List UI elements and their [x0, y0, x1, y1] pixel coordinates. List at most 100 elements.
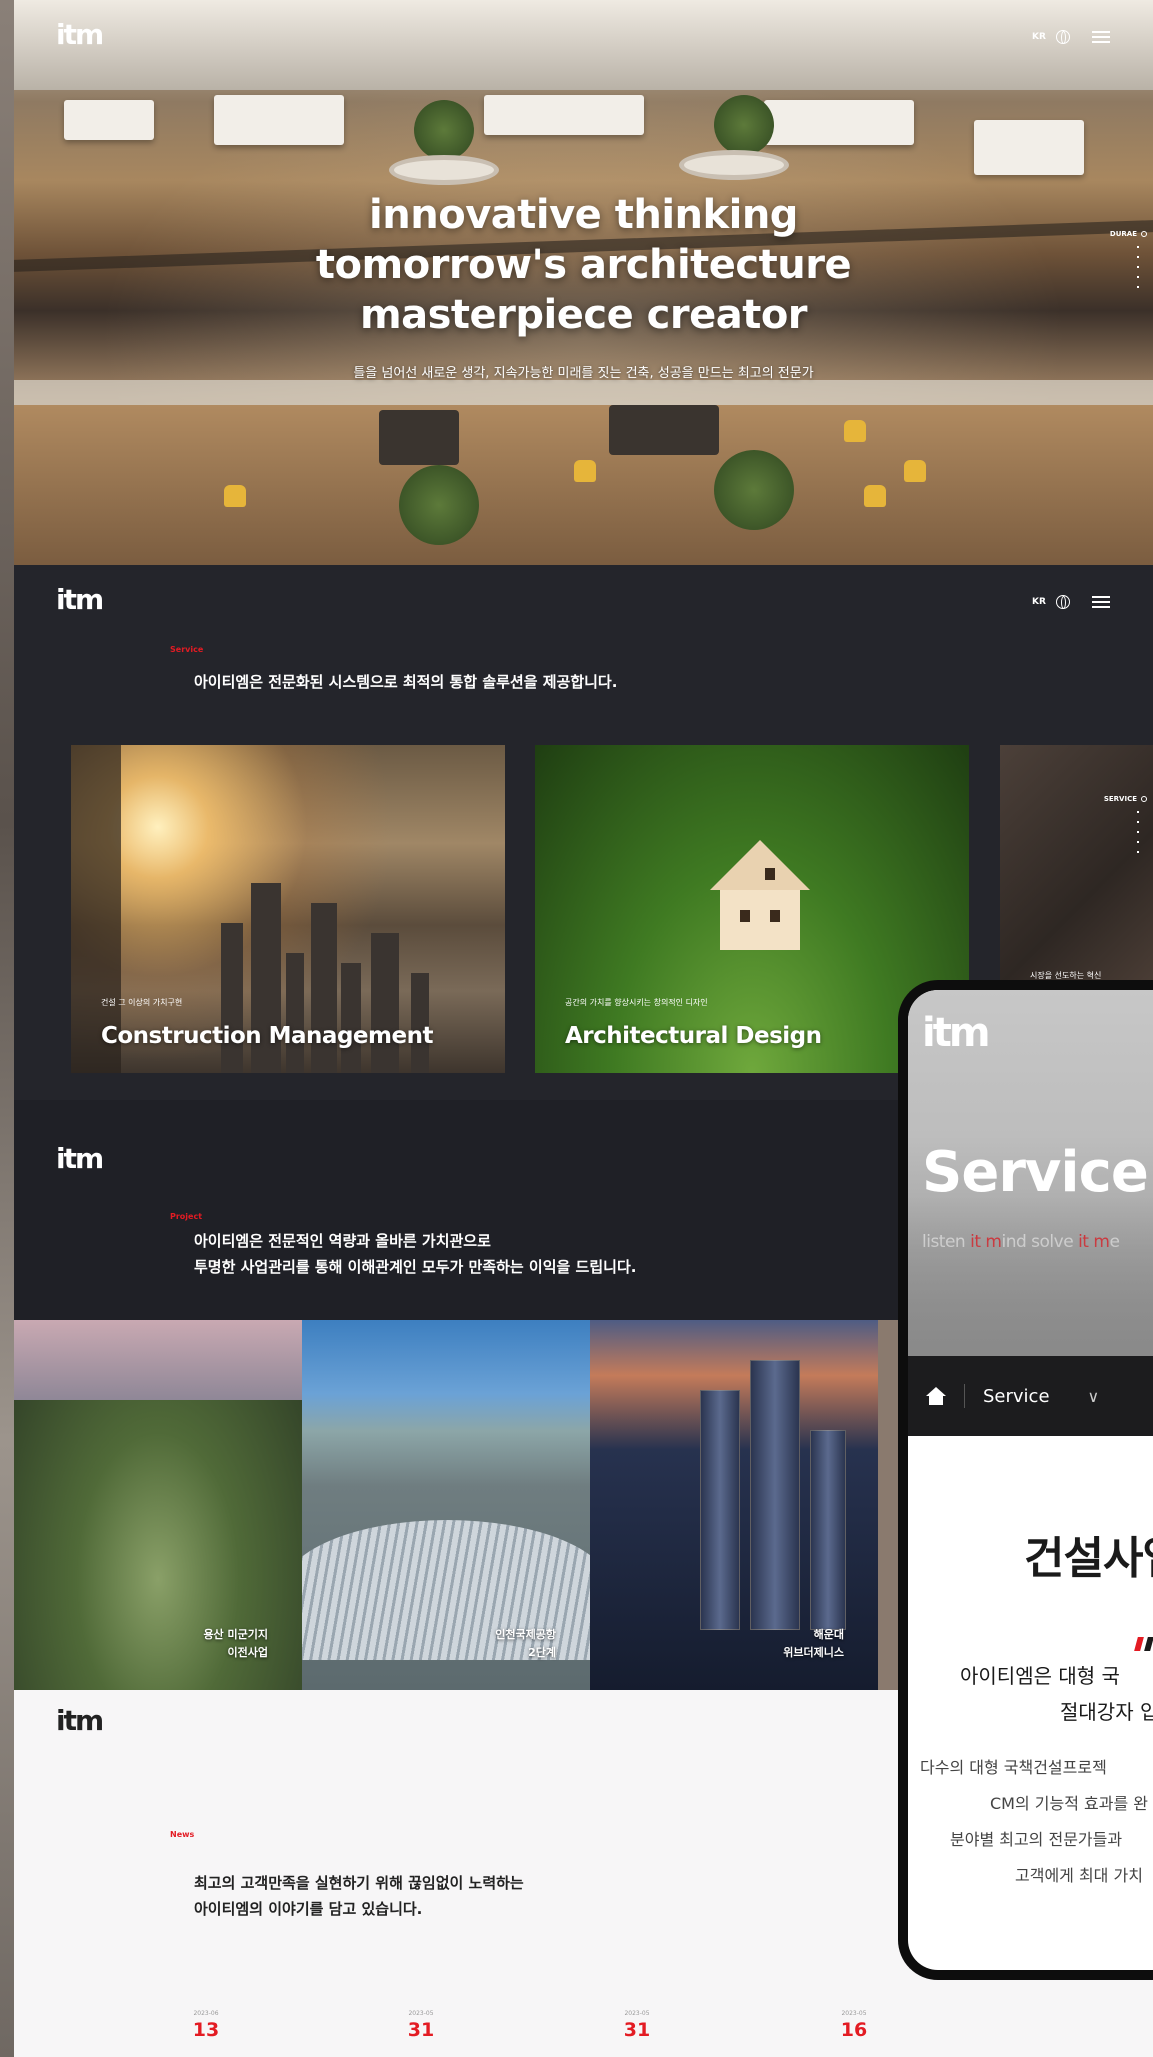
breadcrumb-dropdown[interactable]: Service: [983, 1386, 1050, 1407]
hero-chair: [574, 460, 596, 482]
hero-chair: [864, 485, 886, 507]
language-toggle[interactable]: KR: [1032, 597, 1046, 607]
news-date-day: 16: [840, 2019, 868, 2041]
news-date-day: 13: [192, 2019, 220, 2041]
side-nav-dots[interactable]: [1110, 246, 1147, 288]
news-date-month: 2023-05: [841, 2010, 867, 2017]
news-item[interactable]: 2023-05 16: [834, 2010, 874, 2041]
mobile-tagline: listen it mind solve it me: [922, 1232, 1120, 1252]
site-preview: itm KR innovative thinking tomorrow's ar…: [14, 0, 1153, 2057]
site-logo[interactable]: itm: [56, 1704, 104, 1737]
section-heading-line: 아이티엠의 이야기를 담고 있습니다.: [194, 1900, 423, 1918]
hero-title-line: innovative thinking: [369, 192, 798, 238]
skyline-building: [221, 923, 243, 1073]
section-label: Service: [170, 645, 204, 654]
news-date-month: 2023-06: [193, 2010, 219, 2017]
ring-icon: [1141, 231, 1147, 237]
ring-icon: [1141, 796, 1147, 802]
side-nav-dots[interactable]: [1104, 811, 1147, 853]
news-item[interactable]: 2023-06 13: [186, 2010, 226, 2041]
service-card-title: Construction Management: [101, 1023, 433, 1049]
side-nav-label[interactable]: DURAE: [1110, 230, 1137, 238]
globe-icon[interactable]: [1055, 595, 1070, 609]
site-logo[interactable]: itm: [56, 583, 104, 616]
service-card-kicker: 건설 그 이상의 가치구현: [101, 998, 183, 1007]
news-item[interactable]: 2023-05 31: [401, 2010, 441, 2041]
skyline-tower: [810, 1430, 846, 1630]
service-card-construction-management[interactable]: 건설 그 이상의 가치구현 Construction Management: [71, 745, 505, 1073]
side-nav-hero: DURAE: [1110, 230, 1147, 288]
side-nav-label[interactable]: SERVICE: [1104, 795, 1137, 803]
news-date-month: 2023-05: [408, 2010, 434, 2017]
mobile-section-heading: 건설사업: [1024, 1533, 1153, 1584]
project-caption: 인천국제공항 2단계: [495, 1628, 556, 1659]
section-heading: 아이티엠은 전문적인 역량과 올바른 가치관으로 투명한 사업관리를 통해 이해…: [194, 1228, 636, 1280]
hero-desk: [484, 95, 644, 135]
section-heading-line: 최고의 고객만족을 실현하기 위해 끊임없이 노력하는: [194, 1874, 524, 1892]
hero-section: itm KR innovative thinking tomorrow's ar…: [14, 0, 1153, 565]
chevron-down-icon[interactable]: ∨: [1088, 1387, 1100, 1406]
news-date-month: 2023-05: [624, 2010, 650, 2017]
section-heading-line: 아이티엠은 전문적인 역량과 올바른 가치관으로: [194, 1232, 491, 1250]
skyline-building: [371, 933, 399, 1073]
home-icon[interactable]: [926, 1387, 946, 1405]
mobile-page-title: Service: [922, 1140, 1149, 1205]
hero-desk: [764, 100, 914, 145]
news-item[interactable]: 2023-05 31: [617, 2010, 657, 2041]
hero-sofa: [609, 405, 719, 455]
hero-tree: [399, 465, 479, 545]
header-utility: KR: [1032, 595, 1110, 609]
hero-ceiling: [14, 0, 1153, 90]
skyline-tower: [700, 1390, 740, 1630]
mobile-logo[interactable]: itm: [922, 1010, 990, 1056]
hero-desk: [64, 100, 154, 140]
globe-icon[interactable]: [1055, 30, 1070, 44]
mobile-hero: itm Service listen it mind solve it me: [908, 990, 1153, 1356]
menu-icon[interactable]: [1091, 31, 1110, 43]
mobile-mockup: itm Service listen it mind solve it me S…: [898, 980, 1153, 1980]
hero-title-line: tomorrow's architecture: [315, 242, 852, 288]
hero-railing: [14, 380, 1153, 406]
site-logo[interactable]: itm: [56, 1142, 104, 1175]
hero-chair: [224, 485, 246, 507]
section-label: Project: [170, 1212, 203, 1221]
hero-desk: [974, 120, 1084, 175]
hero-planter: [679, 150, 789, 180]
breadcrumb-divider: [964, 1384, 965, 1408]
project-tile-partial[interactable]: [878, 1320, 898, 1690]
project-tile-yongsan[interactable]: 용산 미군기지 이전사업: [14, 1320, 302, 1690]
quote-icon: [1134, 1636, 1153, 1651]
site-logo[interactable]: itm: [56, 18, 104, 51]
skyline-tower: [750, 1360, 800, 1630]
hero-floor: [14, 405, 1153, 565]
hero-planter: [389, 155, 499, 185]
project-caption: 해운대 위브더제니스: [783, 1628, 844, 1659]
hero-desk: [214, 95, 344, 145]
service-card-kicker: 공간의 가치를 향상시키는 창의적인 디자인: [565, 998, 708, 1007]
mobile-breadcrumb: Service ∨: [908, 1356, 1153, 1436]
hero-chair: [844, 420, 866, 442]
hero-title: innovative thinking tomorrow's architect…: [14, 190, 1153, 340]
section-heading: 아이티엠은 전문화된 시스템으로 최적의 통합 솔루션을 제공합니다.: [194, 673, 618, 691]
background-edge: [0, 0, 14, 2057]
project-tile-incheon-airport[interactable]: 인천국제공항 2단계: [302, 1320, 590, 1690]
section-label: News: [170, 1830, 195, 1839]
header-utility: KR: [1032, 30, 1110, 44]
service-card-title: Architectural Design: [565, 1023, 822, 1049]
section-heading-line: 투명한 사업관리를 통해 이해관계인 모두가 만족하는 이익을 드립니다.: [194, 1258, 637, 1276]
project-tile-haeundae[interactable]: 해운대 위브더제니스: [590, 1320, 878, 1690]
hero-subtitle: 틀을 넘어선 새로운 생각, 지속가능한 미래를 짓는 건축, 성공을 만드는 …: [353, 366, 814, 381]
section-heading: 최고의 고객만족을 실현하기 위해 끊임없이 노력하는 아이티엠의 이야기를 담…: [194, 1870, 524, 1922]
mobile-body-text: 다수의 대형 국책건설프로젝 CM의 기능적 효과를 완 분야별 최고의 전문가…: [920, 1758, 1148, 1885]
language-toggle[interactable]: KR: [1032, 32, 1046, 42]
skyline-building: [341, 963, 361, 1073]
mobile-lead-text: 아이티엠은 대형 국 절대강자 입: [960, 1664, 1153, 1724]
skyline-building: [286, 953, 304, 1073]
hero-sofa: [379, 410, 459, 465]
project-caption: 용산 미군기지 이전사업: [203, 1628, 268, 1659]
news-date-day: 31: [407, 2019, 435, 2041]
hero-tree: [714, 450, 794, 530]
hero-tree: [414, 100, 474, 160]
menu-icon[interactable]: [1091, 596, 1110, 608]
news-date-day: 31: [623, 2019, 651, 2041]
